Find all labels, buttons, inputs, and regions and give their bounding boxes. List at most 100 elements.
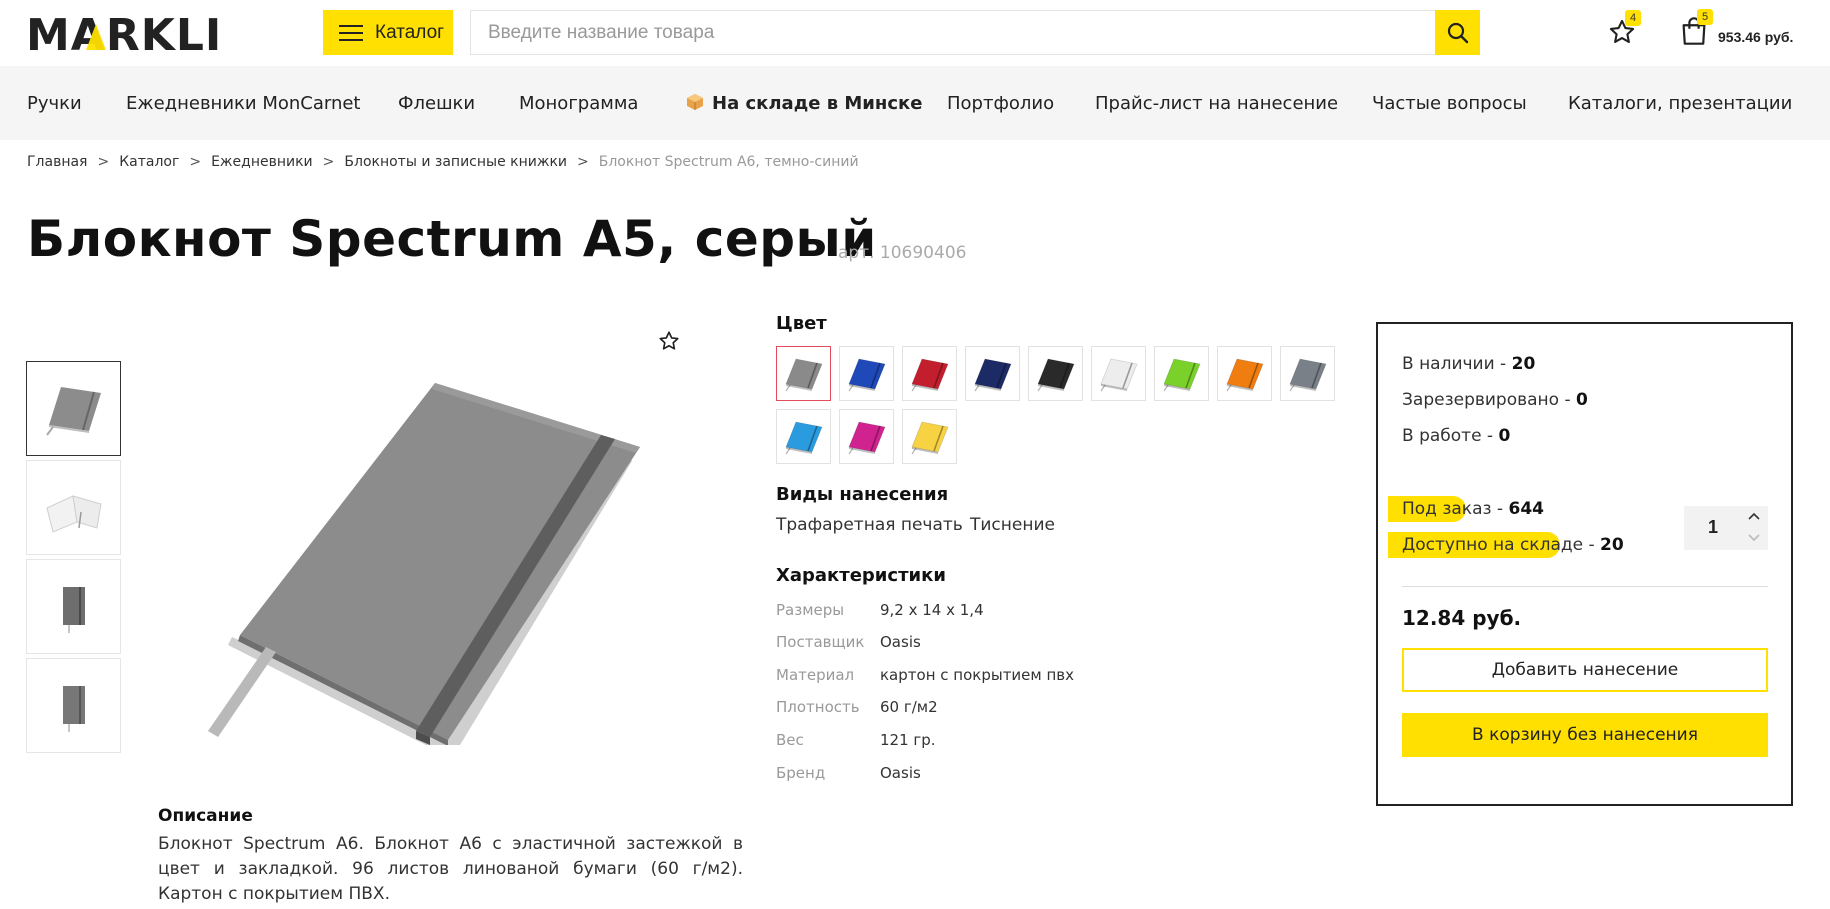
thumbnail-2[interactable] (26, 460, 121, 555)
in-stock-value: 20 (1511, 354, 1536, 374)
notebook-image (208, 383, 640, 747)
chevron-down-icon (1748, 534, 1760, 542)
thumbnail-1[interactable] (26, 361, 121, 456)
spec-key-supplier: Поставщик (776, 633, 865, 651)
color-swatch-magenta[interactable] (839, 409, 894, 464)
dash: - (1583, 535, 1601, 555)
in-work-value: 0 (1498, 426, 1511, 446)
notebook-front-thumbnail-image (62, 586, 85, 633)
on-order-label: Под заказ (1402, 499, 1492, 519)
color-swatch-orange[interactable] (1217, 346, 1272, 401)
notebook-color-image (910, 421, 949, 454)
favorites-button[interactable]: 4 (1608, 10, 1641, 48)
breadcrumb-separator: > (97, 154, 110, 170)
in-work-label: В работе - (1402, 426, 1499, 446)
notebook-back-thumbnail-image (62, 685, 85, 732)
quantity-decrease-button[interactable] (1746, 529, 1762, 545)
in-stock-row: В наличии - 20 (1402, 354, 1535, 374)
notebook-color-image (1288, 358, 1327, 391)
product-sku: арт. 10690406 (838, 243, 967, 263)
thumbnail-4[interactable] (26, 658, 121, 753)
color-swatch-white[interactable] (1091, 346, 1146, 401)
in-stock-label: В наличии - (1402, 354, 1512, 374)
color-swatch-red[interactable] (902, 346, 957, 401)
cart-button[interactable]: 5 (1680, 9, 1713, 48)
header: MARKLI Каталог 4 5 953.46 руб. (0, 0, 1830, 66)
search-icon (1447, 22, 1468, 43)
color-swatch-sky-blue[interactable] (776, 409, 831, 464)
thumbnail-3[interactable] (26, 559, 121, 654)
menu-icon (339, 24, 363, 42)
breadcrumb-current: Блокнот Spectrum A6, темно-синий (598, 154, 859, 170)
spec-value-brand: Oasis (880, 764, 921, 782)
spec-value-size: 9,2 х 14 х 1,4 (880, 601, 984, 619)
search-input[interactable] (471, 11, 1436, 54)
breadcrumb-separator: > (322, 154, 335, 170)
notebook-color-image (910, 358, 949, 391)
spec-key-material: Материал (776, 666, 855, 684)
nav-item-pens[interactable]: Ручки (27, 93, 82, 114)
color-swatch-navy[interactable] (965, 346, 1020, 401)
color-swatch-grey[interactable] (776, 346, 831, 401)
quantity-stepper: 1 (1684, 506, 1768, 550)
available-label: Доступно на складе (1402, 535, 1584, 555)
color-swatch-blue[interactable] (839, 346, 894, 401)
quantity-input[interactable]: 1 (1684, 517, 1742, 538)
catalog-button[interactable]: Каталог (323, 10, 453, 55)
nav-item-faq[interactable]: Частые вопросы (1372, 93, 1527, 114)
spec-key-weight: Вес (776, 731, 804, 749)
on-order-row: Под заказ - 644 (1402, 499, 1544, 519)
product-main-image[interactable] (180, 365, 675, 747)
breadcrumb-separator: > (189, 154, 202, 170)
specs-label: Характеристики (776, 565, 946, 586)
star-outline-icon (659, 331, 679, 350)
spec-value-material: картон с покрытием пвх (880, 666, 1075, 684)
reserved-label: Зарезервировано - (1402, 390, 1577, 410)
cart-total[interactable]: 953.46 руб. (1718, 29, 1793, 45)
notebook-color-image (847, 421, 886, 454)
logo-text: MARKLI (26, 12, 220, 54)
quantity-increase-button[interactable] (1746, 509, 1762, 525)
nav-item-minsk-stock[interactable]: На складе в Минске (686, 93, 922, 114)
breadcrumb-notebooks[interactable]: Блокноты и записные книжки (344, 154, 567, 170)
nav-item-flash-drives[interactable]: Флешки (398, 93, 475, 114)
spec-key-brand: Бренд (776, 764, 826, 782)
nav-item-monogram[interactable]: Монограмма (519, 93, 638, 114)
breadcrumb-home[interactable]: Главная (27, 154, 87, 170)
color-swatch-steel-grey[interactable] (1280, 346, 1335, 401)
nav-item-moncarnet[interactable]: Ежедневники MonCarnet (126, 93, 361, 114)
color-swatch-black[interactable] (1028, 346, 1083, 401)
add-to-cart-button[interactable]: В корзину без нанесения (1402, 713, 1768, 757)
spec-key-size: Размеры (776, 601, 845, 619)
notebook-color-image (1162, 358, 1201, 391)
image-favorite-button[interactable] (658, 330, 682, 354)
notebook-color-image (1099, 358, 1138, 391)
nav-item-portfolio[interactable]: Портфолио (947, 93, 1054, 114)
method-screen-printing[interactable]: Трафаретная печать (776, 515, 963, 535)
add-print-button[interactable]: Добавить нанесение (1402, 648, 1768, 692)
dash: - (1491, 499, 1509, 519)
notebook-color-image (973, 358, 1012, 391)
color-swatch-yellow[interactable] (902, 409, 957, 464)
logo-graphic: MARKLI (26, 12, 220, 54)
nav-item-minsk-stock-label: На складе в Минске (712, 93, 923, 114)
search-button[interactable] (1435, 10, 1480, 55)
stock-panel: В наличии - 20 Зарезервировано - 0 В раб… (1376, 322, 1793, 806)
spec-value-supplier: Oasis (880, 633, 921, 651)
main-nav: Ручки Ежедневники MonCarnet Флешки Моног… (0, 66, 1830, 140)
notebook-color-image (1225, 358, 1264, 391)
cart-count-badge: 5 (1697, 9, 1713, 25)
markli-logo[interactable]: MARKLI (26, 12, 220, 54)
nav-item-catalogs[interactable]: Каталоги, презентации (1568, 93, 1792, 114)
color-swatch-green[interactable] (1154, 346, 1209, 401)
available-value: 20 (1600, 535, 1624, 555)
catalog-label: Каталог (375, 21, 445, 43)
breadcrumb-catalog[interactable]: Каталог (119, 154, 179, 170)
favorites-count-badge: 4 (1625, 10, 1641, 26)
nav-item-price-list[interactable]: Прайс-лист на нанесение (1095, 93, 1338, 114)
breadcrumb-planners[interactable]: Ежедневники (211, 154, 313, 170)
methods-label: Виды нанесения (776, 484, 949, 505)
panel-divider (1402, 586, 1768, 587)
method-embossing[interactable]: Тиснение (970, 515, 1055, 535)
chevron-up-icon (1748, 512, 1760, 520)
